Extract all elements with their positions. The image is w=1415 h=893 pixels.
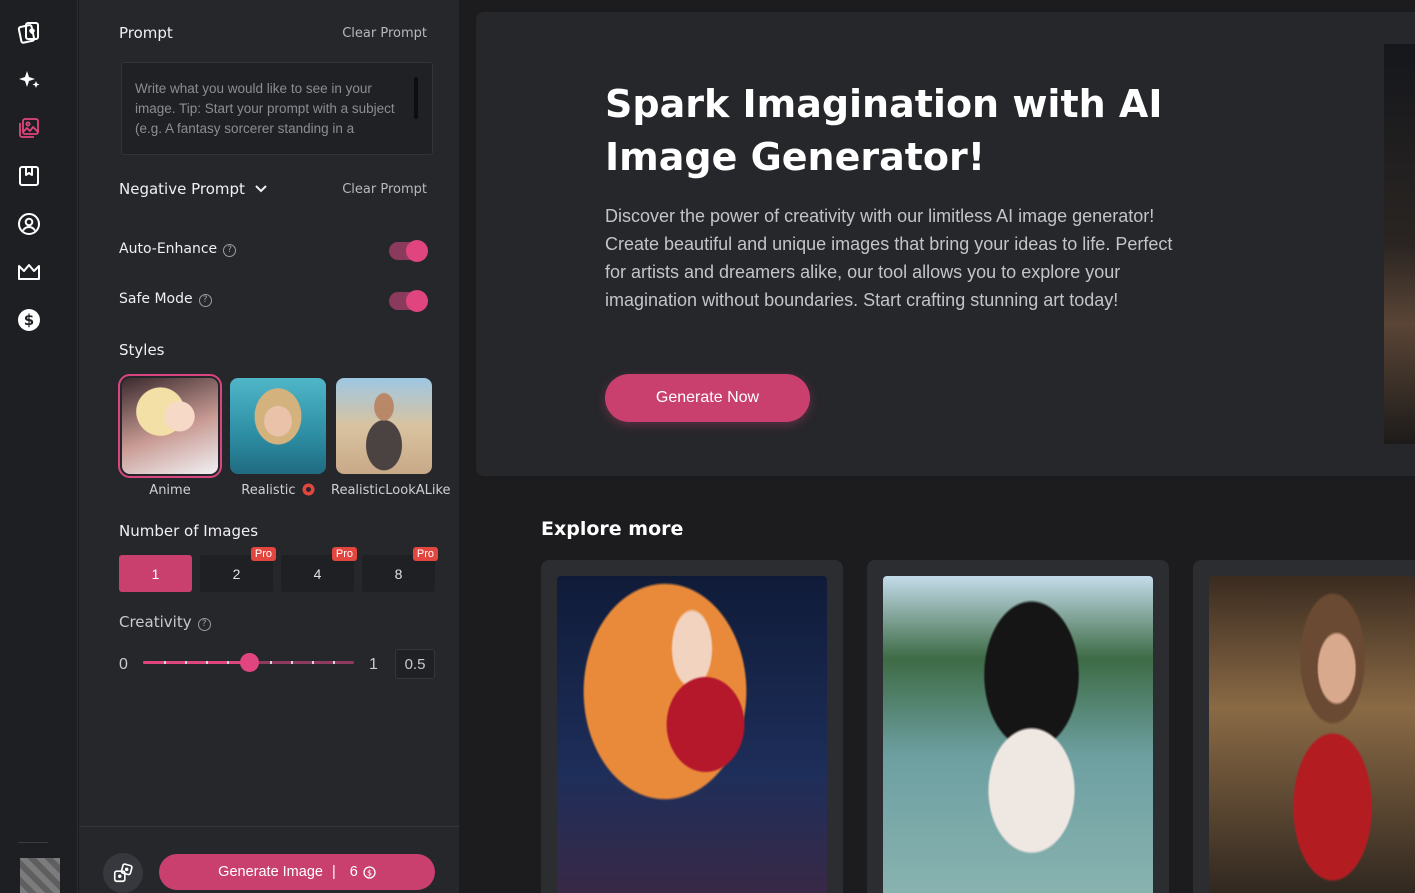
explore-card[interactable] <box>867 560 1169 893</box>
generate-cost: 6 <box>349 864 358 880</box>
number-option-8[interactable]: 8 Pro <box>362 547 438 592</box>
number-option-value: 8 <box>394 565 403 582</box>
separator: | <box>331 864 336 880</box>
svg-text:$: $ <box>367 868 372 877</box>
dollar-icon[interactable]: $ <box>17 308 41 332</box>
settings-panel: Prompt Clear Prompt Write what you would… <box>79 0 459 893</box>
safe-mode-toggle[interactable] <box>389 290 428 312</box>
slider-tick <box>290 661 293 664</box>
prompt-label: Prompt <box>119 24 173 42</box>
svg-text:$: $ <box>24 311 34 329</box>
auto-enhance-toggle[interactable] <box>389 240 428 262</box>
help-icon[interactable]: ? <box>198 294 212 307</box>
generate-image-button[interactable]: Generate Image | 6 $ <box>159 854 435 890</box>
explore-card[interactable] <box>1193 560 1415 893</box>
nsfw-badge-icon <box>302 483 315 496</box>
profile-icon[interactable] <box>17 212 41 236</box>
crown-icon[interactable] <box>17 260 41 284</box>
safe-mode-label: Safe Mode <box>119 291 193 307</box>
auto-enhance-label: Auto-Enhance <box>119 241 218 257</box>
coin-icon: $ <box>363 865 376 879</box>
slider-tick <box>164 661 167 664</box>
hero-banner: Spark Imagination with AI Image Generato… <box>476 12 1415 476</box>
creativity-slider[interactable] <box>143 653 354 672</box>
hero-description: Discover the power of creativity with ou… <box>605 206 1173 310</box>
pro-badge: Pro <box>250 547 276 561</box>
generate-image-label: Generate Image <box>218 864 323 880</box>
cards-icon[interactable] <box>17 20 41 44</box>
creativity-max: 1 <box>369 656 378 673</box>
negative-prompt-toggle[interactable]: Negative Prompt <box>119 180 268 198</box>
number-option-value: 4 <box>313 565 322 582</box>
dice-icon <box>113 863 133 883</box>
number-option-2[interactable]: 2 Pro <box>200 547 276 592</box>
sparkles-icon[interactable] <box>17 68 41 92</box>
number-option-value: 1 <box>151 565 160 582</box>
pro-badge: Pro <box>412 547 438 561</box>
slider-tick <box>206 661 209 664</box>
style-name-anime: Anime <box>149 483 191 498</box>
creativity-min: 0 <box>119 656 128 673</box>
explore-card-image <box>883 576 1153 893</box>
style-card-realistic[interactable] <box>230 378 326 474</box>
explore-card-image <box>1209 576 1415 893</box>
pro-badge: Pro <box>331 547 357 561</box>
creativity-value-field[interactable]: 0.5 <box>395 649 435 679</box>
help-icon[interactable]: ? <box>223 244 237 257</box>
slider-fill <box>143 661 249 664</box>
avatar[interactable] <box>20 858 60 893</box>
clear-negative-prompt-button[interactable]: Clear Prompt <box>342 182 427 197</box>
creativity-value: 0.5 <box>404 655 426 673</box>
hero-title: Spark Imagination with AI Image Generato… <box>605 82 1163 179</box>
explore-card-image <box>557 576 827 893</box>
style-card-anime[interactable] <box>118 374 222 478</box>
explore-card[interactable] <box>541 560 843 893</box>
random-prompt-button[interactable] <box>103 853 143 893</box>
chevron-down-icon <box>254 185 267 193</box>
number-option-value: 2 <box>232 565 241 582</box>
prompt-input[interactable]: Write what you would like to see in your… <box>121 62 433 155</box>
clear-prompt-button[interactable]: Clear Prompt <box>342 26 427 41</box>
icon-rail: $ <box>0 0 78 893</box>
rail-divider <box>18 842 48 843</box>
number-option-1[interactable]: 1 <box>119 555 192 592</box>
number-of-images-label: Number of Images <box>119 522 259 540</box>
slider-tick <box>311 661 314 664</box>
negative-prompt-label: Negative Prompt <box>119 180 245 198</box>
prompt-placeholder: Write what you would like to see in your… <box>135 81 395 136</box>
style-name-realistic: Realistic <box>241 483 296 498</box>
hero-image <box>1384 44 1415 444</box>
number-option-4[interactable]: 4 Pro <box>281 547 357 592</box>
bookmark-icon[interactable] <box>17 164 41 188</box>
slider-tick <box>332 661 335 664</box>
generate-now-button[interactable]: Generate Now <box>605 374 810 422</box>
bottom-bar: Generate Image | 6 $ <box>79 826 459 893</box>
help-icon[interactable]: ? <box>197 618 211 631</box>
image-generator-icon[interactable] <box>17 116 41 140</box>
explore-title: Explore more <box>541 518 684 540</box>
styles-label: Styles <box>119 341 165 359</box>
style-card-realistic-lookalike[interactable] <box>336 378 432 474</box>
style-name-realistic-wrap: Realistic <box>230 483 326 498</box>
slider-tick <box>185 661 188 664</box>
prompt-scrollbar[interactable] <box>414 77 418 119</box>
slider-tick <box>269 661 272 664</box>
style-name-realistic-lookalike: RealisticLookALike <box>331 483 451 498</box>
slider-tick <box>227 661 230 664</box>
creativity-label: Creativity <box>119 613 192 631</box>
slider-thumb[interactable] <box>239 653 259 672</box>
